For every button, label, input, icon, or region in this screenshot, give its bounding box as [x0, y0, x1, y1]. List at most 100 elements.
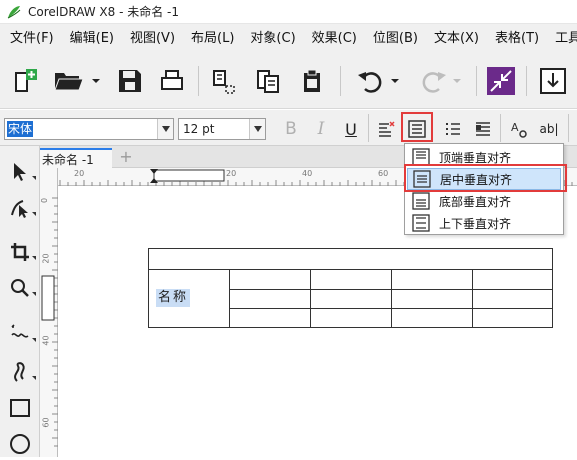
undo-icon: [358, 72, 382, 93]
svg-text:A: A: [511, 121, 519, 134]
import-icon: [213, 70, 235, 94]
import-button[interactable]: [206, 64, 242, 98]
download-icon: [540, 68, 566, 94]
new-document-icon: [15, 69, 37, 92]
highlight-box-align-middle-item: [404, 164, 567, 192]
rectangle-icon: [10, 399, 30, 417]
freehand-tool-button[interactable]: [4, 318, 36, 350]
export-button[interactable]: [250, 64, 286, 98]
font-size-dropdown-button[interactable]: [249, 119, 265, 139]
menu-effects[interactable]: 效果(C): [304, 24, 365, 54]
table-column-border: [472, 269, 473, 327]
ruler-ticks: [41, 197, 58, 447]
undo-button[interactable]: [350, 64, 406, 98]
open-button[interactable]: [50, 64, 104, 98]
ruler-label: 20: [226, 169, 237, 178]
drop-cap-icon: [476, 122, 490, 136]
ellipse-tool-button[interactable]: [4, 428, 36, 460]
dropdown-item-align-justify[interactable]: 上下垂直对齐: [407, 212, 561, 234]
table-column-border: [229, 269, 230, 327]
table-row-border: [149, 269, 552, 270]
highlight-box-vertical-align-button: [401, 112, 433, 142]
new-document-button[interactable]: [8, 64, 42, 98]
flyout-indicator: [32, 376, 36, 380]
ruler-label: 20: [41, 253, 51, 264]
shape-edit-icon: [11, 200, 28, 218]
menu-layout[interactable]: 布局(L): [183, 24, 242, 54]
toolbar-separator: [198, 66, 199, 96]
zoom-to-fit-button[interactable]: [484, 64, 518, 98]
character-settings-button[interactable]: A: [506, 116, 532, 142]
menu-bitmaps[interactable]: 位图(B): [365, 24, 426, 54]
table-cell-text[interactable]: 名称: [156, 289, 191, 307]
underline-button[interactable]: U: [338, 116, 364, 142]
edit-text-button[interactable]: ab|: [536, 116, 562, 142]
magnifier-icon: [11, 279, 29, 297]
menu-edit[interactable]: 编辑(E): [62, 24, 122, 54]
standard-toolbar: [0, 54, 577, 109]
crop-tool-button[interactable]: [4, 236, 36, 268]
ruler-label: 40: [41, 335, 51, 346]
flyout-indicator: [32, 292, 36, 296]
menu-table[interactable]: 表格(T): [487, 24, 547, 54]
print-button[interactable]: [154, 64, 190, 98]
shape-tool-button[interactable]: [4, 192, 36, 224]
ellipse-icon: [10, 434, 30, 454]
menu-text[interactable]: 文本(X): [426, 24, 487, 54]
chevron-down-icon: [253, 126, 262, 132]
table-object[interactable]: 名称: [148, 248, 553, 328]
coreldraw-logo-icon: [7, 5, 21, 18]
toolbox: [0, 146, 40, 457]
ruler-label: 20: [74, 169, 85, 178]
title-bar: CorelDRAW X8 - 未命名 -1: [0, 0, 577, 24]
italic-button[interactable]: I: [308, 116, 334, 142]
menu-file[interactable]: 文件(F): [2, 24, 62, 54]
toolbar-separator: [476, 66, 477, 96]
toolbar-separator: [526, 66, 527, 96]
artistic-media-tool-button[interactable]: [4, 356, 36, 388]
bullet-list-button[interactable]: [440, 116, 466, 142]
add-tab-button[interactable]: +: [118, 149, 134, 165]
font-name-dropdown-button[interactable]: [157, 119, 173, 139]
redo-button[interactable]: [412, 64, 468, 98]
menu-object[interactable]: 对象(C): [242, 24, 303, 54]
compress-arrows-icon: [487, 67, 515, 95]
chevron-down-icon: [92, 79, 100, 83]
freehand-icon: [11, 324, 29, 338]
toolbar-separator: [340, 66, 341, 96]
export-icon: [257, 70, 279, 93]
pick-tool-button[interactable]: [4, 156, 36, 188]
property-bar: 宋体 12 pt B I U A ab|: [0, 110, 577, 146]
toolbar-separator: [568, 114, 569, 142]
document-tab[interactable]: 未命名 -1: [40, 148, 112, 168]
font-name-combobox[interactable]: 宋体: [4, 118, 174, 140]
horizontal-align-button[interactable]: [374, 116, 398, 142]
dropdown-item-label: 底部垂直对齐: [439, 194, 512, 209]
crop-icon: [11, 243, 29, 261]
drop-cap-button[interactable]: [470, 116, 496, 142]
save-button[interactable]: [112, 64, 148, 98]
font-size-combobox[interactable]: 12 pt: [178, 118, 266, 140]
chevron-down-icon: [453, 79, 461, 83]
menu-tools[interactable]: 工具(O): [547, 24, 577, 54]
download-button[interactable]: [536, 64, 570, 98]
bold-button[interactable]: B: [278, 116, 304, 142]
align-justify-icon: [411, 214, 431, 232]
character-settings-icon: A: [511, 121, 527, 138]
toolbar-separator: [368, 114, 369, 142]
chevron-down-icon: [161, 126, 170, 132]
clipboard-icon: [304, 69, 320, 92]
rectangle-tool-button[interactable]: [4, 392, 36, 424]
ruler-label: 0: [40, 197, 50, 204]
menu-view[interactable]: 视图(V): [122, 24, 183, 54]
menu-bar: 文件(F) 编辑(E) 视图(V) 布局(L) 对象(C) 效果(C) 位图(B…: [0, 24, 577, 54]
dropdown-item-align-bottom[interactable]: 底部垂直对齐: [407, 190, 561, 212]
redo-icon: [422, 72, 446, 93]
window-title: CorelDRAW X8 - 未命名 -1: [28, 5, 180, 19]
ruler-label: 60: [41, 417, 51, 428]
font-name-value: 宋体: [7, 121, 34, 137]
flyout-indicator: [32, 338, 36, 342]
publish-pdf-button[interactable]: [294, 64, 330, 98]
vertical-ruler[interactable]: 0 20 40 60: [40, 168, 58, 457]
zoom-tool-button[interactable]: [4, 272, 36, 304]
